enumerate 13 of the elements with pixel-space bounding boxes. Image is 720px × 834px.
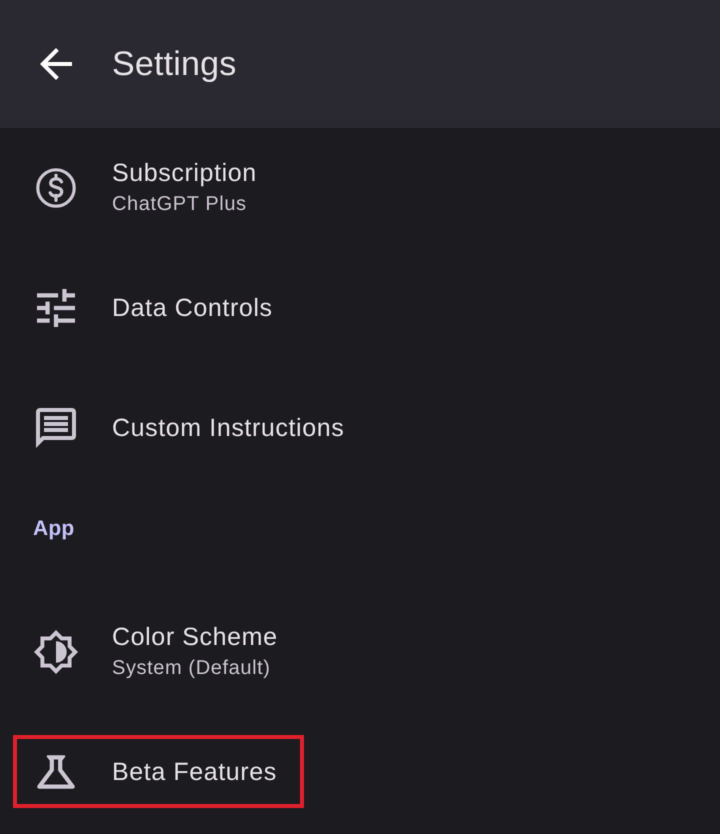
page-title: Settings: [112, 44, 236, 84]
settings-item[interactable]: Beta Features: [0, 712, 720, 832]
message-icon: [36, 408, 76, 448]
dollar-circle-icon: [36, 168, 76, 208]
settings-item[interactable]: Subscription ChatGPT Plus: [0, 128, 720, 248]
flask-icon: [37, 754, 75, 790]
brightness-icon: [34, 630, 78, 674]
settings-item[interactable]: Color Scheme System (Default): [0, 592, 720, 712]
arrow-left-icon: [40, 48, 72, 80]
sliders-icon: [37, 289, 75, 327]
settings-item[interactable]: Data Controls: [0, 248, 720, 368]
settings-item[interactable]: Custom Instructions: [0, 368, 720, 488]
section-header: App: [33, 517, 74, 540]
